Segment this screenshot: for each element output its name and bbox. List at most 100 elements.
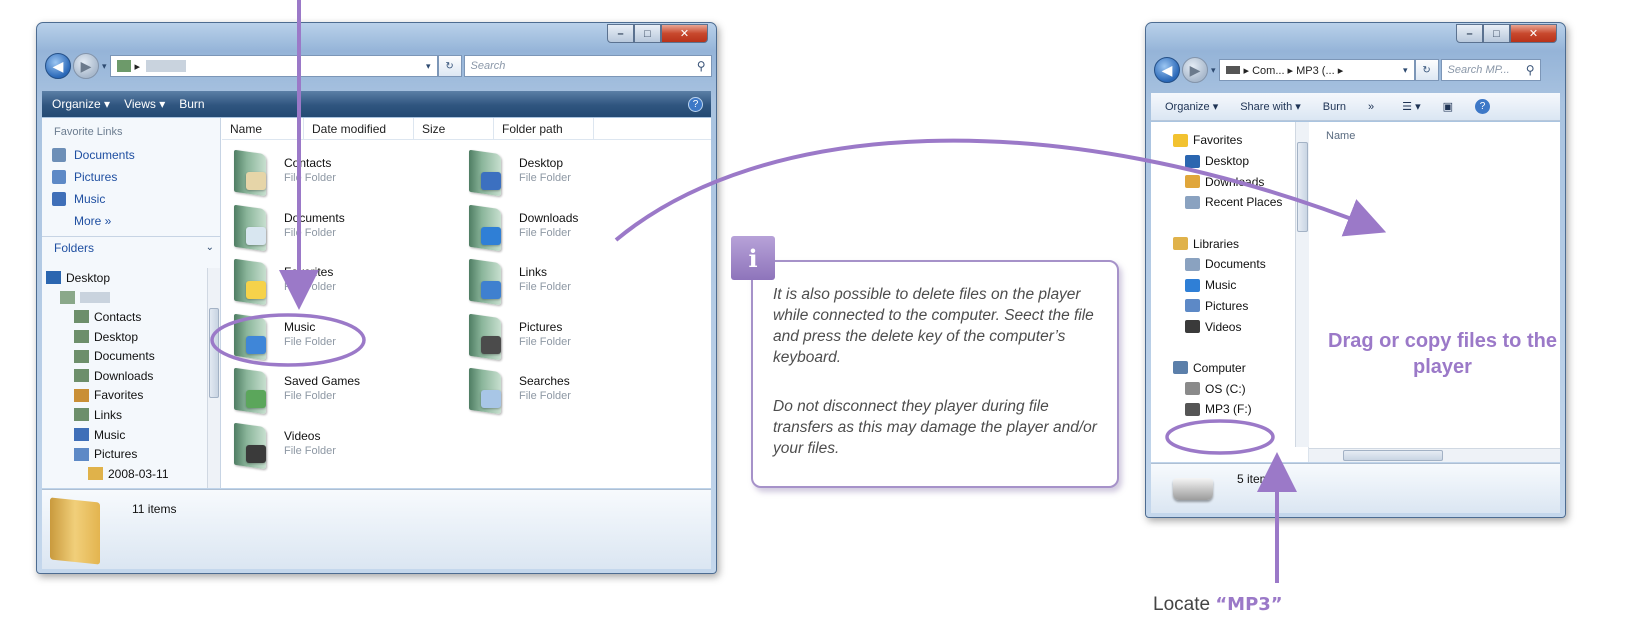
- nav-item[interactable]: Recent Places: [1151, 192, 1308, 213]
- back-button[interactable]: ◀: [45, 53, 71, 79]
- search-icon[interactable]: ⚲: [697, 59, 706, 73]
- nav-item[interactable]: Documents: [1151, 254, 1308, 275]
- explorer-window-user-folder: – □ ✕ ◀ ▶ ▾ ▸ ▾ ↻ Search ⚲ Organize ▾ Vi…: [36, 22, 717, 574]
- close-button[interactable]: ✕: [1510, 24, 1557, 43]
- search-icon[interactable]: ⚲: [1526, 63, 1535, 77]
- burn-button[interactable]: Burn: [1323, 101, 1346, 113]
- folder-tree-item[interactable]: Pictures: [42, 444, 207, 464]
- scrollbar-thumb[interactable]: [1343, 450, 1443, 461]
- recent-pages-chevron-icon[interactable]: ▾: [102, 61, 107, 72]
- folder-tree-item[interactable]: Music: [42, 425, 207, 445]
- recent-pages-chevron-icon[interactable]: ▾: [1211, 65, 1216, 76]
- folder-overlay: [246, 172, 266, 190]
- file-item[interactable]: Music File Folder: [232, 313, 336, 360]
- folder-icon: [467, 204, 509, 251]
- nav-item: [1151, 213, 1308, 234]
- file-item[interactable]: Favorites File Folder: [232, 258, 336, 306]
- file-item[interactable]: Searches File Folder: [467, 367, 571, 415]
- column-name[interactable]: Name: [222, 117, 304, 140]
- file-text: Saved Games File Folder: [284, 368, 360, 402]
- folder-tree-item[interactable]: Desktop: [42, 268, 207, 288]
- folder-tree-item[interactable]: 2008-03-11: [42, 464, 207, 484]
- organize-button[interactable]: Organize ▾: [52, 97, 110, 111]
- forward-button[interactable]: ▶: [73, 53, 99, 79]
- nav-item[interactable]: Desktop: [1151, 151, 1308, 172]
- folder-overlay: [246, 444, 266, 463]
- file-item[interactable]: Downloads File Folder: [467, 204, 578, 251]
- folder-overlay: [481, 390, 501, 408]
- close-button[interactable]: ✕: [661, 24, 708, 43]
- minimize-button[interactable]: –: [607, 24, 634, 43]
- favorite-link-music[interactable]: Music: [42, 188, 220, 210]
- column-date-modified[interactable]: Date modified: [304, 117, 414, 140]
- nav-item[interactable]: Pictures: [1151, 296, 1308, 317]
- burn-button[interactable]: Burn: [179, 97, 204, 111]
- folder-icon: [74, 330, 89, 344]
- nav-item[interactable]: Libraries: [1151, 233, 1308, 254]
- search-input[interactable]: Search MP... ⚲: [1440, 59, 1541, 81]
- nav-item[interactable]: Videos: [1151, 316, 1308, 337]
- share-with-button[interactable]: Share with ▾: [1240, 100, 1301, 113]
- folder-tree-item[interactable]: Downloads: [42, 366, 207, 386]
- views-button[interactable]: Views ▾: [124, 97, 165, 111]
- maximize-button[interactable]: □: [1483, 24, 1510, 43]
- file-name: Documents: [284, 210, 345, 225]
- file-item[interactable]: Videos File Folder: [232, 422, 336, 469]
- minimize-button[interactable]: –: [1456, 24, 1483, 43]
- nav-item[interactable]: Downloads: [1151, 171, 1308, 192]
- nav-item[interactable]: MP3 (F:): [1151, 399, 1308, 420]
- address-dropdown-icon[interactable]: ▾: [1403, 65, 1408, 76]
- organize-button[interactable]: Organize ▾: [1165, 100, 1218, 113]
- file-item[interactable]: Desktop File Folder: [467, 149, 571, 197]
- favorite-link-documents[interactable]: Documents: [42, 144, 220, 166]
- folder-tree-item[interactable]: Favorites: [42, 386, 207, 406]
- help-icon[interactable]: ?: [1475, 99, 1491, 114]
- file-item[interactable]: Documents File Folder: [232, 204, 345, 251]
- folder-icon: [74, 408, 89, 422]
- navigation-scrollbar[interactable]: [1295, 122, 1309, 447]
- file-type: File Folder: [284, 444, 336, 457]
- forward-button[interactable]: ▶: [1182, 57, 1208, 83]
- folder-tree-item[interactable]: [42, 288, 207, 308]
- file-item[interactable]: Saved Games File Folder: [232, 367, 360, 415]
- nav-item-label: Recent Places: [1205, 195, 1283, 210]
- column-folder-path[interactable]: Folder path: [494, 117, 594, 140]
- scrollbar-thumb[interactable]: [209, 308, 219, 398]
- nav-item-icon: [1185, 257, 1200, 271]
- search-input[interactable]: Search ⚲: [463, 55, 712, 77]
- maximize-button[interactable]: □: [634, 24, 661, 43]
- folder-tree-item[interactable]: Documents: [42, 346, 207, 366]
- preview-pane-icon[interactable]: ▣: [1443, 100, 1453, 113]
- favorite-link-pictures[interactable]: Pictures: [42, 166, 220, 188]
- file-item[interactable]: Links File Folder: [467, 258, 571, 306]
- nav-item[interactable]: OS (C:): [1151, 378, 1308, 399]
- folder-icon: [46, 271, 61, 285]
- nav-item[interactable]: Music: [1151, 275, 1308, 296]
- more-commands-button[interactable]: »: [1368, 101, 1374, 113]
- refresh-button[interactable]: ↻: [437, 55, 462, 77]
- nav-item[interactable]: Favorites: [1151, 130, 1308, 151]
- column-name[interactable]: Name: [1326, 130, 1355, 142]
- address-bar[interactable]: ▸ ▾: [109, 55, 438, 77]
- column-size[interactable]: Size: [414, 117, 494, 140]
- folder-tree-item[interactable]: Desktop: [42, 327, 207, 347]
- folders-header[interactable]: Folders ⌄: [42, 236, 220, 258]
- nav-item[interactable]: Computer: [1151, 358, 1308, 379]
- help-icon[interactable]: ?: [688, 96, 703, 112]
- locate-caption: Locate “MP3”: [1153, 594, 1283, 616]
- horizontal-scrollbar[interactable]: [1309, 448, 1560, 462]
- file-item[interactable]: Contacts File Folder: [232, 149, 336, 197]
- file-item[interactable]: Pictures File Folder: [467, 313, 571, 360]
- address-dropdown-icon[interactable]: ▾: [426, 61, 431, 72]
- more-links-button[interactable]: More »: [42, 210, 220, 232]
- folder-tree-scrollbar[interactable]: [207, 268, 220, 488]
- refresh-button[interactable]: ↻: [1414, 59, 1439, 81]
- address-bar[interactable]: ▸ Com... ▸ MP3 (... ▸ ▾: [1218, 59, 1415, 81]
- view-options-icon[interactable]: ☰ ▾: [1402, 100, 1420, 113]
- folder-icon: [74, 428, 89, 442]
- nav-item-icon: [1173, 133, 1188, 147]
- scrollbar-thumb[interactable]: [1297, 142, 1308, 232]
- back-button[interactable]: ◀: [1154, 57, 1180, 83]
- folder-tree-item[interactable]: Links: [42, 405, 207, 425]
- folder-tree-item[interactable]: Contacts: [42, 307, 207, 327]
